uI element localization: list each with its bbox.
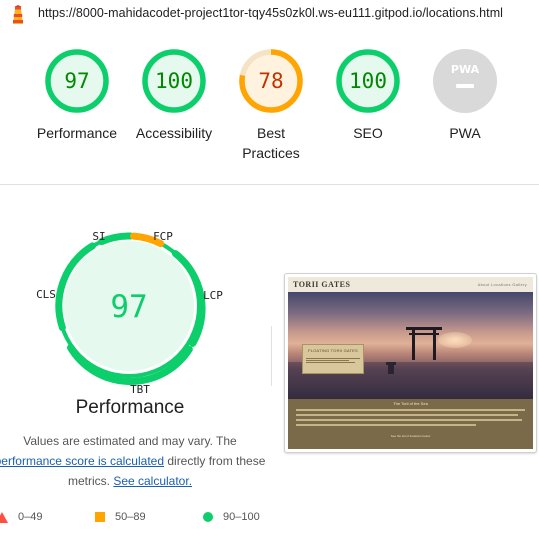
- triangle-icon: [0, 511, 8, 523]
- screenshot-content-band: The Torii of the Sea See the list of loc…: [288, 399, 533, 449]
- svg-text:PWA: PWA: [451, 63, 480, 76]
- gauge-best-practices-ring: 78: [239, 49, 303, 113]
- legend-fail-range: 0–49: [18, 511, 43, 523]
- gauge-performance-score: 97: [64, 69, 89, 93]
- content-heading: The Torii of the Sea: [393, 401, 428, 406]
- note-line-1: Values are estimated and may vary. The: [23, 434, 237, 448]
- legend-average-range: 50–89: [115, 511, 146, 523]
- square-icon: [95, 512, 105, 523]
- gauge-pwa-label: PWA: [449, 125, 481, 141]
- metric-label-si: SI: [92, 230, 105, 243]
- vertical-divider: [271, 326, 272, 386]
- hero-box-title: FLOATING TORII GATES: [308, 348, 358, 353]
- gauge-seo-score: 100: [349, 69, 387, 93]
- note-line-3: metrics. See calculator.: [0, 471, 272, 491]
- gauge-accessibility-ring: 100: [142, 49, 206, 113]
- content-text-line: [296, 424, 476, 426]
- page-url-link[interactable]: https://8000-mahidacodet-project1tor-tqy…: [38, 6, 503, 20]
- section-divider: [0, 184, 539, 185]
- hero-box-text: [306, 357, 360, 367]
- content-caption: See the list of locations below: [390, 434, 431, 438]
- performance-note: Values are estimated and may vary. The p…: [0, 431, 272, 491]
- metric-arc-si: [98, 232, 134, 246]
- gauge-best-practices-score: 78: [258, 69, 283, 93]
- screenshot-hero-image: FLOATING TORII GATES: [288, 292, 533, 399]
- performance-gauge-large[interactable]: 97 SI FCP LCP TBT CLS: [29, 226, 229, 396]
- content-text-line: [296, 409, 525, 411]
- note-line-3-text: metrics.: [67, 474, 114, 488]
- circle-icon: [203, 512, 213, 523]
- gauge-best-practices-label-line2: Practices: [242, 145, 300, 161]
- content-text-line: [296, 419, 522, 421]
- gauge-pwa[interactable]: PWA PWA: [405, 48, 525, 143]
- metric-label-lcp: LCP: [203, 289, 223, 302]
- performance-score-large: 97: [110, 289, 147, 325]
- content-text-line: [296, 414, 518, 416]
- performance-title: Performance: [75, 397, 185, 418]
- lighthouse-logo-icon: [13, 5, 23, 24]
- final-screenshot-thumbnail[interactable]: TORII GATES About Locations Gallery FLOA…: [284, 273, 537, 453]
- screenshot-hero-textbox: FLOATING TORII GATES: [302, 344, 364, 374]
- legend-pass-range: 90–100: [223, 511, 260, 523]
- metric-label-fcp: FCP: [153, 230, 173, 243]
- note-line-2-text: directly from these: [164, 454, 266, 468]
- screenshot-site-title: TORII GATES: [293, 280, 351, 289]
- gauge-performance-ring: 97: [45, 49, 109, 113]
- legend-average: 50–89: [95, 511, 146, 523]
- screenshot-page: TORII GATES About Locations Gallery FLOA…: [288, 277, 533, 449]
- see-calculator-link[interactable]: See calculator.: [113, 474, 192, 488]
- gauge-seo-ring: 100: [336, 49, 400, 113]
- note-line-2: performance score is calculated directly…: [0, 451, 272, 471]
- gauge-accessibility-score: 100: [155, 69, 193, 93]
- metric-label-tbt: TBT: [130, 383, 150, 396]
- pwa-badge-icon: PWA: [433, 49, 497, 113]
- performance-score-calculated-link[interactable]: performance score is calculated: [0, 454, 164, 468]
- screenshot-site-header: TORII GATES About Locations Gallery: [288, 277, 533, 292]
- legend-fail: 0–49: [0, 511, 42, 523]
- report-url-bar: https://8000-mahidacodet-project1tor-tqy…: [0, 0, 539, 30]
- screenshot-site-nav: About Locations Gallery: [477, 282, 527, 287]
- legend-pass: 90–100: [203, 511, 260, 523]
- metric-label-cls: CLS: [36, 288, 56, 301]
